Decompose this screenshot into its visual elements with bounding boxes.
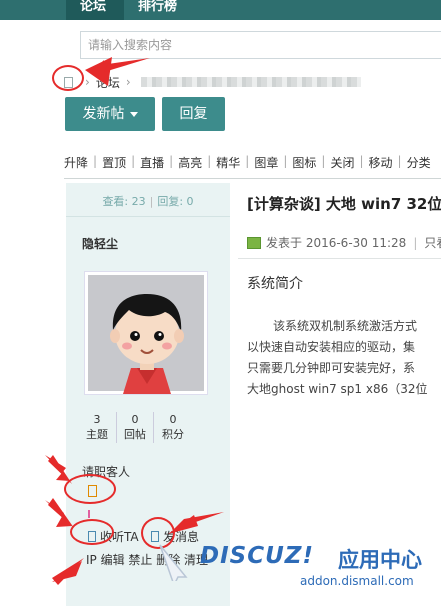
mod-action-digest[interactable]: 精华 bbox=[216, 154, 245, 171]
stat-points-label: 积分 bbox=[162, 428, 184, 441]
send-message-button[interactable]: 发消息 bbox=[151, 528, 199, 545]
post-meta: 发表于 2016-6-30 11:28 | 只看 bbox=[247, 234, 441, 251]
view-only-author-link[interactable]: 只看 bbox=[424, 234, 441, 251]
post-date: 发表于 2016-6-30 11:28 bbox=[266, 236, 407, 250]
author-sidebar: 查看: 23 | 回复: 0 隐轻尘 3 主题 0 回帖 0 积分 请职客人 收听TA 发… bbox=[66, 183, 230, 606]
mod-action-stamp[interactable]: 图章 bbox=[254, 154, 283, 171]
mod-action-up-down[interactable]: 升降 bbox=[64, 154, 93, 171]
mod-action-close[interactable]: 关闭 bbox=[330, 154, 359, 171]
follow-icon bbox=[88, 531, 96, 542]
watermark-url: addon.dismall.com bbox=[300, 574, 414, 588]
avatar[interactable] bbox=[84, 271, 208, 395]
author-stats: 3 主题 0 回帖 0 积分 bbox=[66, 412, 230, 443]
mod-action-move[interactable]: 移动 bbox=[369, 154, 398, 171]
admin-links[interactable]: IP 编辑 禁止 删除 清理 bbox=[86, 551, 208, 568]
new-post-button[interactable]: 发新帖 bbox=[65, 97, 155, 131]
message-icon bbox=[151, 531, 159, 542]
avatar-cartoon-face bbox=[110, 294, 184, 394]
image-attachment-icon bbox=[247, 236, 261, 249]
divider bbox=[64, 178, 441, 179]
breadcrumb-forum[interactable]: 论坛 bbox=[96, 74, 120, 91]
new-post-label: 发新帖 bbox=[82, 106, 125, 122]
progress-indicator bbox=[88, 510, 90, 518]
tab-forum[interactable]: 论坛 bbox=[66, 0, 124, 20]
moderator-toolbar: 升降 | 置顶 | 直播 | 高亮 | 精华 | 图章 | 图标 | 关闭 | 移动 | 分类 bbox=[64, 154, 436, 171]
search-box bbox=[80, 31, 441, 59]
stat-replies-label: 回帖 bbox=[124, 428, 146, 441]
stat-topics-value: 3 bbox=[93, 413, 101, 426]
tab-ranking[interactable]: 排行榜 bbox=[124, 0, 191, 20]
breadcrumb: › 论坛 › bbox=[64, 72, 361, 92]
user-level[interactable]: 请职客人 bbox=[82, 463, 130, 480]
send-message-label: 发消息 bbox=[163, 530, 200, 544]
home-icon[interactable] bbox=[64, 76, 73, 88]
body-line: 该系统双机制系统激活方式 bbox=[273, 319, 418, 333]
body-line: 只需要几分钟即可安装完好，系 bbox=[247, 361, 416, 375]
stat-points[interactable]: 0 积分 bbox=[154, 412, 192, 443]
stat-topics-label: 主题 bbox=[86, 428, 108, 441]
top-nav: 论坛 排行榜 bbox=[0, 0, 441, 20]
divider bbox=[238, 258, 441, 259]
body-line: 大地ghost win7 sp1 x86（32位 bbox=[247, 382, 428, 396]
watermark-text: 应用中心 bbox=[338, 548, 422, 572]
reply-button[interactable]: 回复 bbox=[162, 97, 225, 131]
follow-label: 收听TA bbox=[100, 530, 139, 544]
divider bbox=[66, 216, 230, 217]
mod-action-category[interactable]: 分类 bbox=[407, 154, 436, 171]
stat-replies-value: 0 bbox=[131, 413, 139, 426]
mod-action-icon[interactable]: 图标 bbox=[292, 154, 321, 171]
author-name[interactable]: 隐轻尘 bbox=[82, 235, 118, 252]
breadcrumb-separator: › bbox=[125, 75, 131, 89]
breadcrumb-separator: › bbox=[85, 75, 90, 89]
follow-button[interactable]: 收听TA bbox=[88, 528, 139, 545]
thread-stats: 查看: 23 | 回复: 0 bbox=[102, 195, 194, 208]
search-input[interactable] bbox=[81, 32, 441, 58]
reply-count: 回复: 0 bbox=[157, 195, 194, 208]
body-line: 以快速自动安装相应的驱动，集 bbox=[247, 340, 416, 354]
mod-action-stick[interactable]: 置顶 bbox=[102, 154, 131, 171]
stat-topics[interactable]: 3 主题 bbox=[78, 412, 116, 443]
medal-icon bbox=[88, 485, 97, 497]
section-title: 系统简介 bbox=[247, 276, 303, 292]
stat-points-value: 0 bbox=[169, 413, 177, 426]
view-count: 查看: 23 bbox=[102, 195, 146, 208]
blurred-breadcrumb bbox=[140, 77, 361, 87]
post-title: [计算杂谈] 大地 win7 32位 bbox=[247, 195, 441, 213]
mod-action-highlight[interactable]: 高亮 bbox=[178, 154, 207, 171]
chevron-down-icon bbox=[129, 111, 138, 117]
mod-action-live[interactable]: 直播 bbox=[140, 154, 169, 171]
stat-replies[interactable]: 0 回帖 bbox=[116, 412, 154, 443]
